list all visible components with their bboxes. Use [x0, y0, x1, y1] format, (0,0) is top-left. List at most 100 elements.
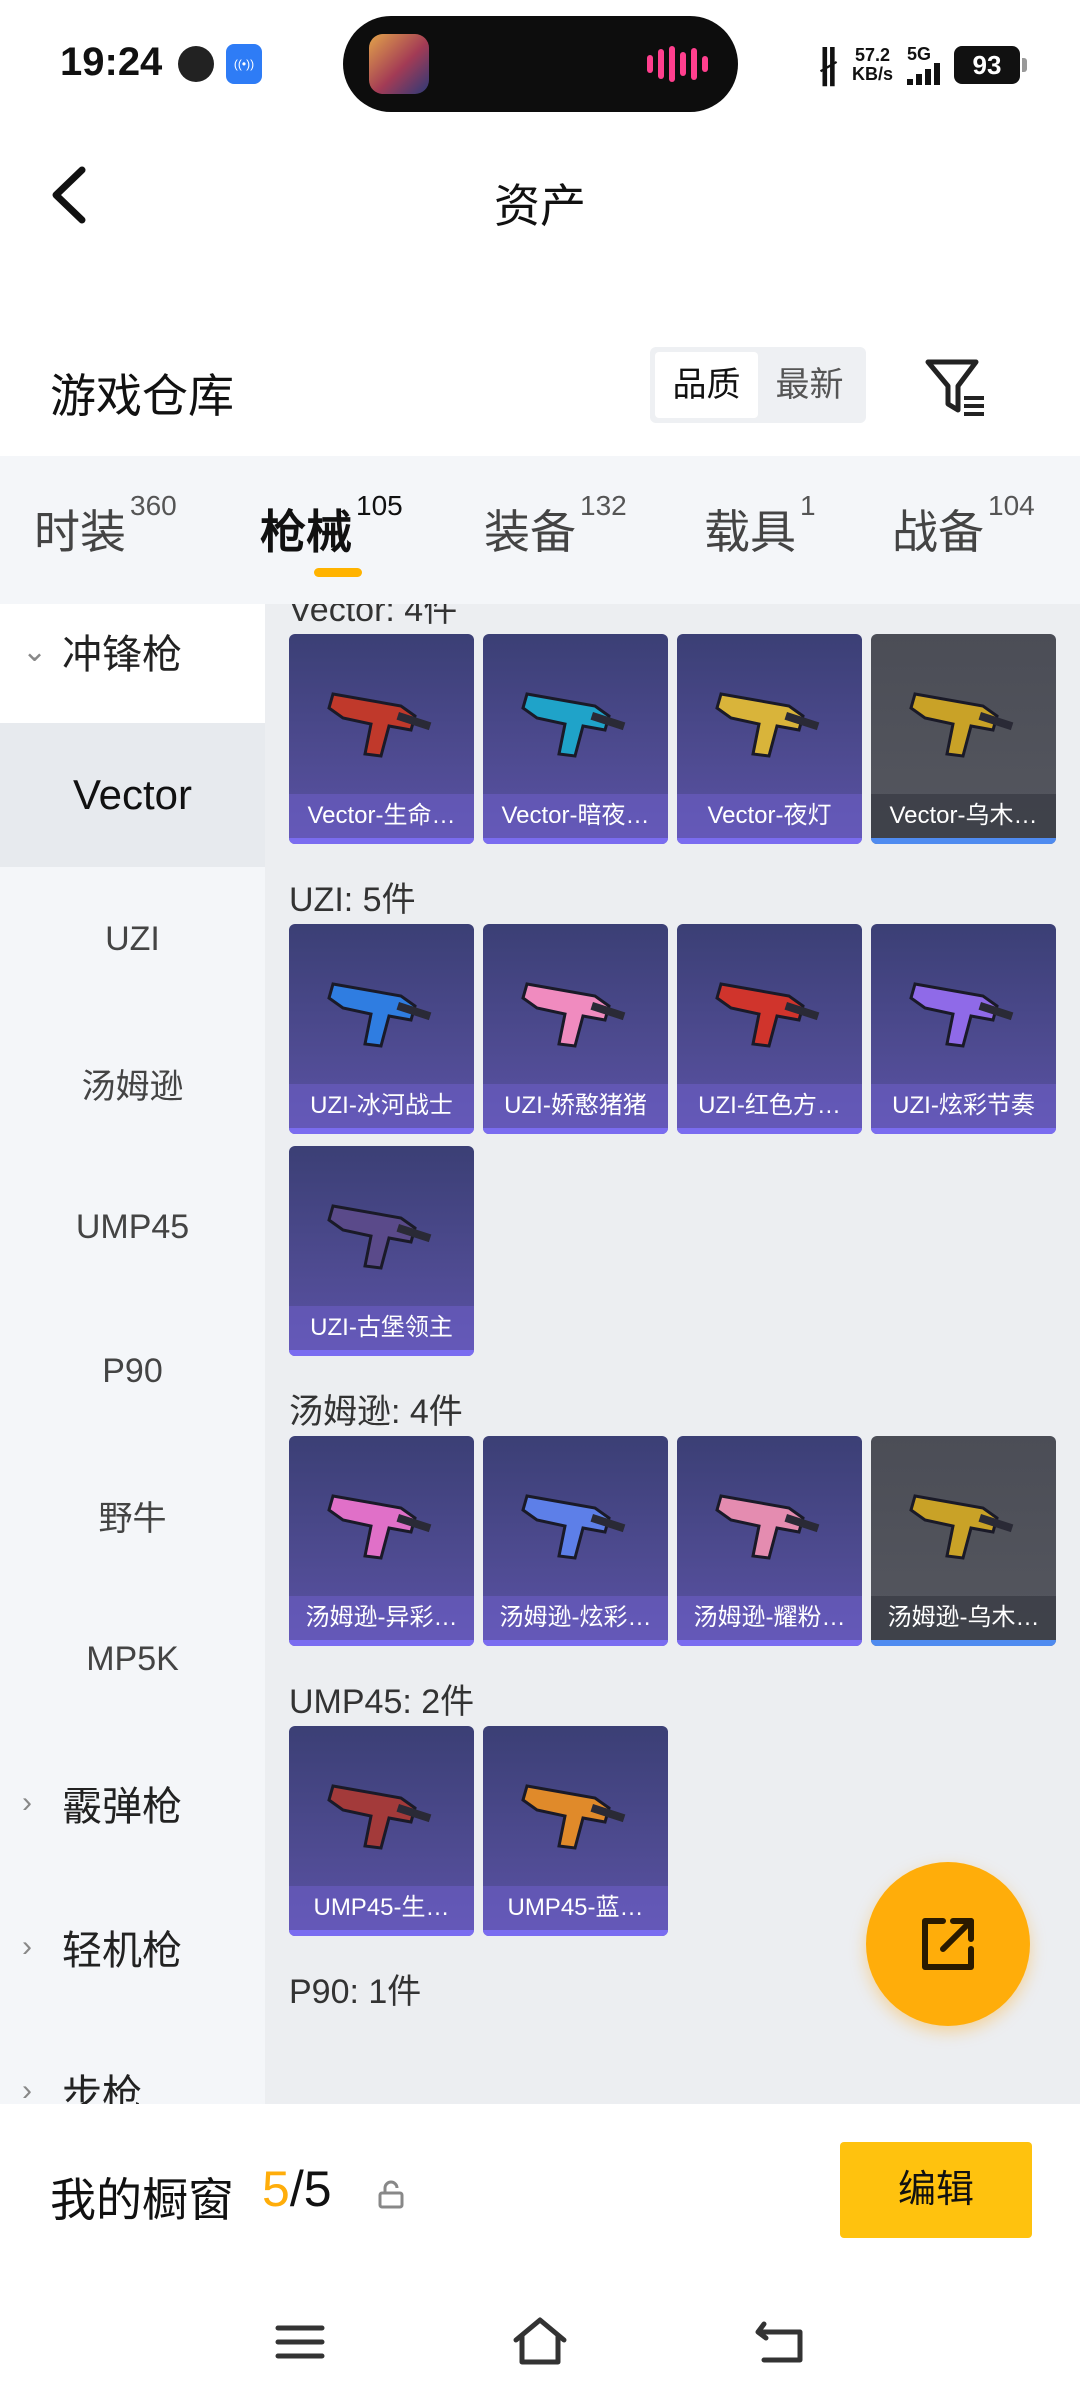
category-tabs: 时装360 枪械105 装备132 载具1 战备104 [0, 456, 1080, 604]
tab-count: 1 [800, 490, 816, 521]
weapon-skin-icon [521, 692, 626, 758]
tab-label: 载具 [704, 506, 796, 558]
sidebar-item[interactable]: MP5K [0, 1587, 265, 1731]
signal-bars-icon [907, 63, 940, 85]
weapon-card[interactable]: 汤姆逊-异彩… [289, 1436, 474, 1646]
quality-strip [871, 838, 1056, 844]
menu-icon [275, 2325, 325, 2359]
edit-button[interactable]: 编辑 [840, 2142, 1032, 2238]
weapon-name: UZI-炫彩节奏 [871, 1084, 1056, 1128]
tab-count: 105 [356, 490, 403, 521]
page-title: 资产 [494, 180, 586, 232]
section-title: P90: 1件 [289, 1973, 422, 2011]
lock-icon [378, 2180, 404, 2209]
weapon-skin-icon [715, 692, 820, 758]
sidebar-group[interactable]: › 轻机枪 [0, 1875, 265, 2019]
quality-strip [289, 1350, 474, 1356]
weapon-skin-icon [327, 1204, 432, 1270]
sidebar-item[interactable]: 汤姆逊 [0, 1011, 265, 1155]
weapon-card[interactable]: 汤姆逊-乌木… [871, 1436, 1056, 1646]
tab-count: 104 [988, 490, 1035, 521]
weapon-skin-icon [327, 692, 432, 758]
sidebar-group[interactable]: ⌄ 冲锋枪 [0, 604, 265, 723]
weapon-card[interactable]: UZI-娇憨猪猪 [483, 924, 668, 1134]
sidebar-item-label: Vector [72, 771, 193, 818]
weapon-card[interactable]: UZI-古堡领主 [289, 1146, 474, 1356]
showcase-separator: / [289, 2161, 304, 2217]
weapon-type-sidebar: ⌄ 冲锋枪 Vector UZI 汤姆逊 UMP45 P90 野牛 MP5K › 霰弹枪 › 轻机枪 › 步… [0, 604, 265, 2104]
weapon-name: Vector-暗夜… [483, 794, 668, 838]
return-button[interactable] [750, 2312, 810, 2372]
home-button[interactable] [510, 2312, 570, 2372]
signal-indicator: 5G [907, 45, 940, 85]
showcase-current: 5 [262, 2161, 290, 2217]
weapon-card[interactable]: UZI-红色方… [677, 924, 862, 1134]
sort-newest-button[interactable]: 最新 [758, 352, 861, 418]
weapon-card[interactable]: 汤姆逊-炫彩… [483, 1436, 668, 1646]
quality-strip [483, 1128, 668, 1134]
weapon-name: 汤姆逊-耀粉… [677, 1596, 862, 1640]
tab-label: 时装 [34, 506, 126, 558]
weapon-card[interactable]: UZI-炫彩节奏 [871, 924, 1056, 1134]
sidebar-item-label: P90 [102, 1351, 163, 1390]
sidebar-item[interactable]: 野牛 [0, 1443, 265, 1587]
weapon-card[interactable]: UZI-冰河战士 [289, 924, 474, 1134]
tab-label: 战备 [892, 506, 984, 558]
weapon-card[interactable]: Vector-夜灯 [677, 634, 862, 844]
weapon-skin-icon [327, 1494, 432, 1560]
sidebar-item[interactable]: UMP45 [0, 1155, 265, 1299]
dynamic-island[interactable] [343, 16, 738, 112]
quality-strip [871, 1128, 1056, 1134]
weapon-name: UZI-冰河战士 [289, 1084, 474, 1128]
tab-supplies[interactable]: 战备104 [892, 490, 1035, 562]
weapon-card[interactable]: 汤姆逊-耀粉… [677, 1436, 862, 1646]
status-indicators: ∦ 57.2 KB/s 5G 93 [817, 40, 1027, 90]
weapon-skin-icon [521, 982, 626, 1048]
menu-button[interactable] [270, 2312, 330, 2372]
weapon-name: Vector-夜灯 [677, 794, 862, 838]
showcase-bar: 我的橱窗 5/5 编辑 [0, 2104, 1080, 2400]
weapon-card[interactable]: UMP45-蓝… [483, 1726, 668, 1936]
tab-equipment[interactable]: 装备132 [484, 490, 627, 562]
hotspot-app-icon: ((•)) [226, 44, 262, 84]
home-icon [513, 2317, 567, 2365]
app-header: 资产 [0, 130, 1080, 260]
sidebar-group[interactable]: › 步枪 [0, 2019, 265, 2104]
sidebar-item-label: 步枪 [62, 2073, 142, 2104]
sidebar-item[interactable]: Vector [0, 723, 265, 867]
weapon-name: 汤姆逊-异彩… [289, 1596, 474, 1640]
battery-icon: 93 [954, 46, 1027, 84]
quality-strip [677, 1128, 862, 1134]
globe-icon [178, 46, 214, 82]
share-fab-button[interactable] [866, 1862, 1030, 2026]
weapon-skin-icon [909, 692, 1014, 758]
weapon-name: UZI-红色方… [677, 1084, 862, 1128]
tab-firearms[interactable]: 枪械105 [260, 490, 403, 562]
tab-label: 装备 [484, 506, 576, 558]
section-title: UMP45: 2件 [289, 1683, 475, 1721]
bluetooth-icon: ∦ [817, 43, 838, 87]
tab-vehicles[interactable]: 载具1 [704, 490, 816, 562]
quality-strip [871, 1640, 1056, 1646]
section-title: UZI: 5件 [289, 881, 416, 919]
weapon-card[interactable]: UMP45-生… [289, 1726, 474, 1936]
sidebar-group[interactable]: › 霰弹枪 [0, 1731, 265, 1875]
active-tab-indicator [314, 568, 362, 577]
sidebar-item-label: UMP45 [75, 1207, 190, 1246]
tab-fashion[interactable]: 时装360 [34, 490, 177, 562]
sort-quality-button[interactable]: 品质 [655, 352, 758, 418]
quality-strip [483, 1930, 668, 1936]
game-thumbnail-icon [369, 34, 429, 94]
weapon-card[interactable]: Vector-乌木… [871, 634, 1056, 844]
quality-strip [483, 838, 668, 844]
weapon-card[interactable]: Vector-暗夜… [483, 634, 668, 844]
quality-strip [289, 1128, 474, 1134]
weapon-card[interactable]: Vector-生命… [289, 634, 474, 844]
sidebar-item[interactable]: UZI [0, 867, 265, 1011]
tab-count: 132 [580, 490, 627, 521]
sidebar-item-label: MP5K [86, 1639, 179, 1678]
weapon-name: 汤姆逊-乌木… [871, 1596, 1056, 1640]
filter-button[interactable] [920, 352, 990, 422]
sidebar-item[interactable]: P90 [0, 1299, 265, 1443]
weapon-skin-icon [327, 1784, 432, 1850]
